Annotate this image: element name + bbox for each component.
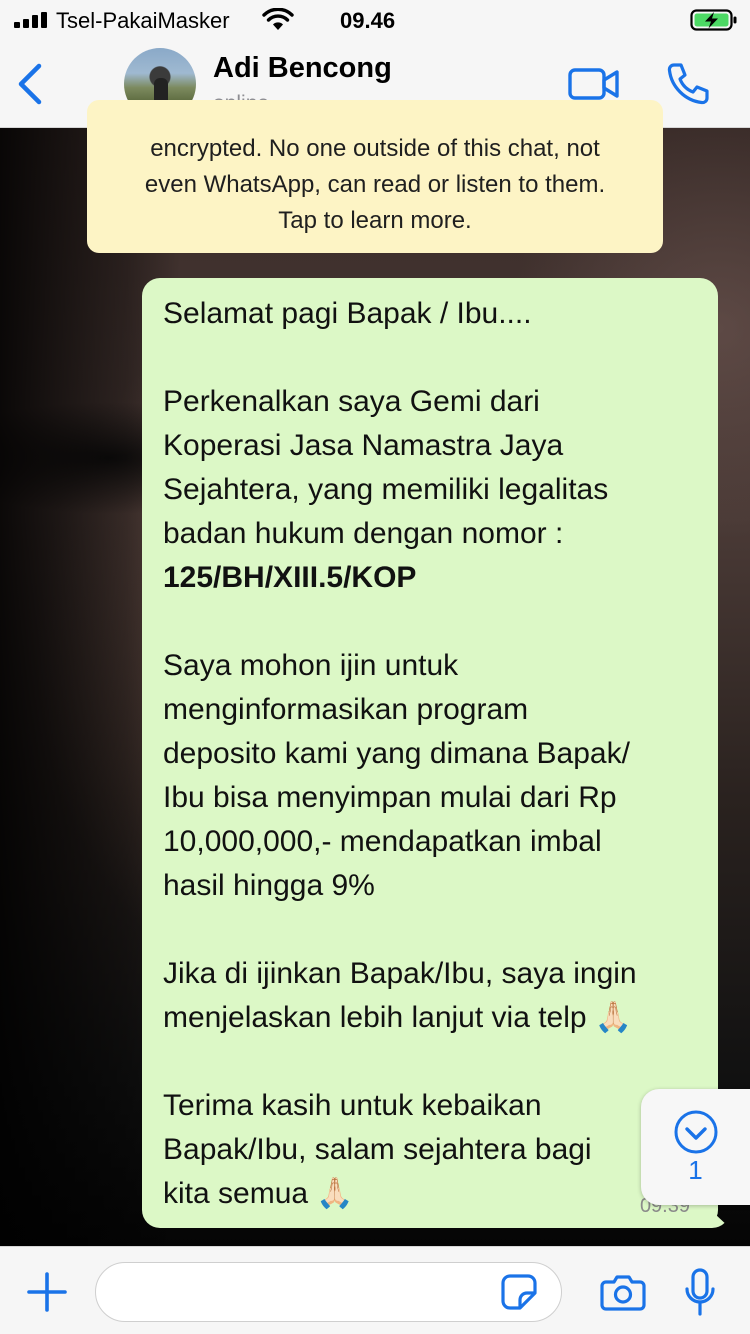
encryption-notice-line: Tap to learn more. (278, 207, 472, 234)
message-line: menjelaskan lebih lanjut via telp 🙏🏻 (163, 1001, 633, 1034)
chevron-down-circle-icon (674, 1110, 718, 1154)
message-line: menginformasikan program (163, 693, 529, 726)
carrier-name: Tsel-PakaiMasker (56, 8, 230, 33)
message-line: deposito kami yang dimana Bapak/ (163, 737, 630, 770)
encryption-notice[interactable]: encrypted. No one outside of this chat, … (87, 100, 663, 253)
contact-name[interactable]: Adi Bencong (213, 52, 392, 85)
message-line: Terima kasih untuk kebaikan (163, 1089, 542, 1122)
camera-button[interactable] (600, 1273, 646, 1311)
message-line: Sejahtera, yang memiliki legalitas (163, 473, 609, 506)
wifi-icon (262, 8, 294, 30)
message-line (163, 600, 698, 644)
registration-number: 125/BH/XIII.5/KOP (163, 561, 417, 594)
message-line: hasil hingga 9% (163, 869, 375, 902)
message-line: Selamat pagi Bapak / Ibu.... (163, 297, 532, 330)
encryption-notice-line: encrypted. No one outside of this chat, … (150, 135, 600, 162)
message-line (163, 336, 698, 380)
status-bar: Tsel-PakaiMasker 09.46 (0, 0, 750, 40)
message-line: Bapak/Ibu, salam sejahtera bagi (163, 1133, 592, 1166)
attach-plus-button[interactable] (26, 1271, 68, 1313)
sticker-button[interactable] (500, 1273, 538, 1311)
clock: 09.46 (340, 8, 396, 33)
battery-charging-icon (690, 9, 737, 31)
message-line: badan hukum dengan nomor : (163, 517, 564, 550)
message-line: Ibu bisa menyimpan mulai dari Rp (163, 781, 617, 814)
message-line: kita semua 🙏🏻 (163, 1177, 354, 1210)
signal-icon (14, 12, 48, 28)
message-line: Koperasi Jasa Namastra Jaya (163, 429, 564, 462)
message-line: Jika di ijinkan Bapak/Ibu, saya ingin (163, 957, 637, 990)
message-line: Saya mohon ijin untuk (163, 649, 459, 682)
microphone-button[interactable] (684, 1267, 716, 1317)
voice-call-button[interactable] (664, 60, 712, 108)
video-call-button[interactable] (568, 64, 620, 104)
message-text: Selamat pagi Bapak / Ibu.... Perkenalkan… (163, 292, 698, 1216)
back-button[interactable] (12, 60, 48, 108)
message-input[interactable] (95, 1262, 562, 1322)
message-line (163, 1040, 698, 1084)
unread-count: 1 (688, 1155, 703, 1185)
encryption-notice-line: even WhatsApp, can read or listen to the… (144, 171, 606, 198)
message-line: 10,000,000,- mendapatkan imbal (163, 825, 602, 858)
message-bubble[interactable]: Selamat pagi Bapak / Ibu.... Perkenalkan… (142, 278, 718, 1228)
message-input-bar (0, 1246, 750, 1334)
whatsapp-chat-screen: Tsel-PakaiMasker 09.46 Adi Bencong onlin… (0, 0, 750, 1334)
scroll-to-bottom-button[interactable]: 1 (641, 1089, 750, 1205)
message-line: Perkenalkan saya Gemi dari (163, 385, 540, 418)
message-line (163, 908, 698, 952)
